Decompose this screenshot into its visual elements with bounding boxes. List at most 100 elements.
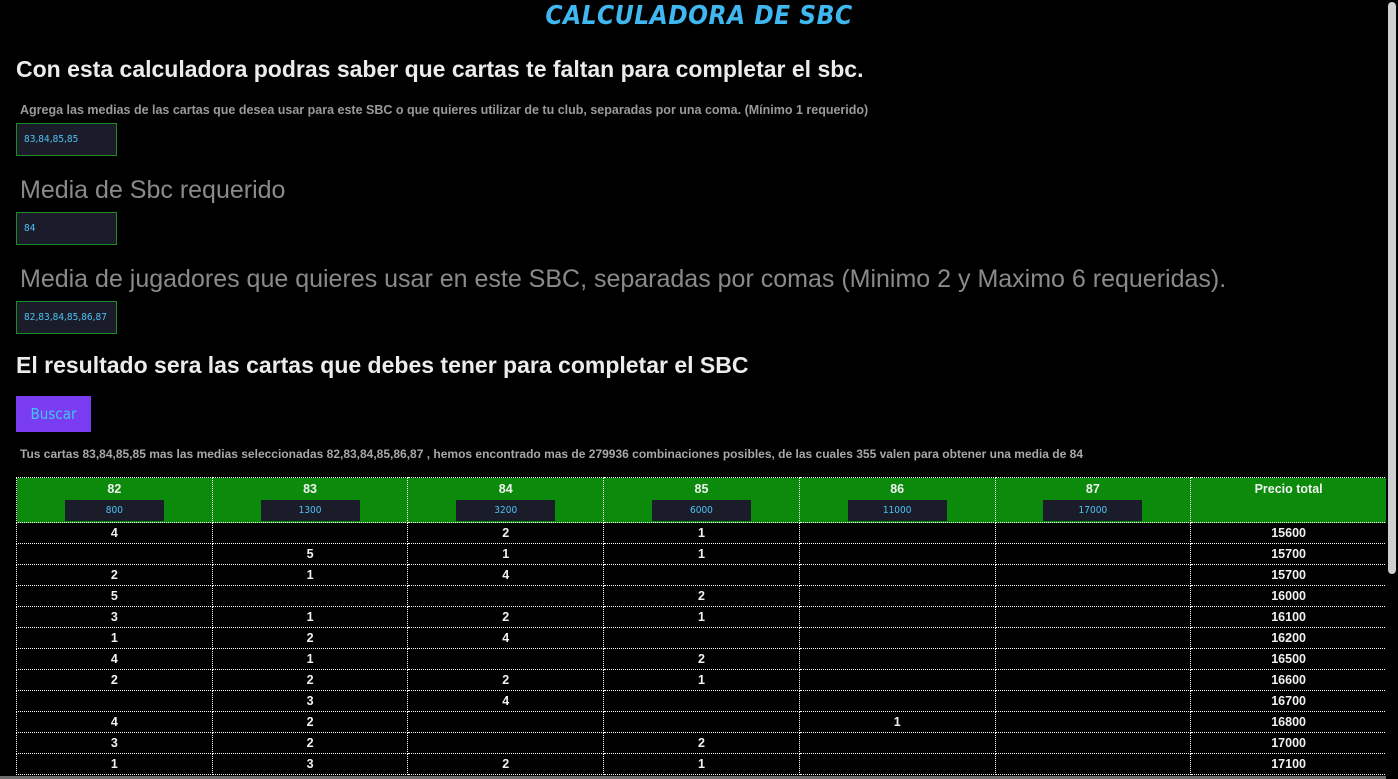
total-price-cell: 16200 [1190, 627, 1387, 649]
card-count-cell: 1 [16, 753, 213, 775]
players-averages-label: Media de jugadores que quieres usar en e… [20, 265, 1227, 293]
card-count-cell: 4 [16, 648, 213, 670]
card-count-cell [603, 564, 800, 586]
card-count-cell [407, 711, 605, 733]
page-title: CALCULADORA DE SBC [545, 1, 853, 31]
column-label: 84 [498, 482, 513, 496]
card-count-cell: 4 [407, 690, 605, 712]
card-count-cell: 1 [603, 753, 800, 775]
card-count-cell: 1 [798, 711, 996, 733]
card-count-cell: 2 [16, 669, 213, 691]
card-count-cell [603, 627, 800, 649]
card-count-cell: 3 [16, 606, 213, 628]
card-count-cell [407, 585, 605, 607]
price-input-82[interactable] [64, 500, 164, 521]
table-row: 1 2 4 16200 [16, 627, 1387, 649]
card-count-cell [211, 585, 409, 607]
card-count-cell: 3 [16, 732, 213, 754]
card-count-cell: 2 [603, 585, 800, 607]
card-count-cell [994, 753, 1192, 775]
card-count-cell [994, 606, 1192, 628]
results-summary: Tus cartas 83,84,85,85 mas las medias se… [20, 447, 1083, 461]
card-count-cell [994, 732, 1192, 754]
page: CALCULADORA DE SBC Con esta calculadora … [0, 0, 1398, 779]
card-count-cell [994, 648, 1192, 670]
cards-hint-label: Agrega las medias de las cartas que dese… [20, 103, 869, 117]
card-count-cell [603, 690, 800, 712]
column-label: 85 [694, 482, 709, 496]
result-heading: El resultado sera las cartas que debes t… [16, 352, 749, 378]
total-price-cell: 16500 [1190, 648, 1387, 670]
card-count-cell: 5 [211, 543, 409, 565]
column-header-85: 85 [603, 477, 800, 523]
total-price-cell: 16100 [1190, 606, 1387, 628]
total-price-cell: 17000 [1190, 732, 1387, 754]
card-count-cell: 2 [407, 522, 605, 544]
card-count-cell [994, 711, 1192, 733]
card-count-cell [798, 627, 996, 649]
card-count-cell [798, 669, 996, 691]
table-row: 5 2 16000 [16, 585, 1387, 607]
card-count-cell [211, 522, 409, 544]
card-count-cell: 1 [16, 627, 213, 649]
table-row: 4 2 1 15600 [16, 522, 1387, 544]
card-count-cell: 1 [211, 606, 409, 628]
required-average-label: Media de Sbc requerido [20, 176, 286, 204]
intro-heading: Con esta calculadora podras saber que ca… [16, 56, 864, 82]
card-count-cell: 4 [16, 522, 213, 544]
column-header-82: 82 [16, 477, 213, 523]
table-row: 4 2 1 16800 [16, 711, 1387, 733]
card-count-cell: 2 [211, 627, 409, 649]
card-count-cell [994, 690, 1192, 712]
card-count-cell [798, 732, 996, 754]
card-count-cell: 1 [603, 543, 800, 565]
card-count-cell: 4 [16, 711, 213, 733]
total-price-cell: 15700 [1190, 543, 1387, 565]
total-price-cell: 17100 [1190, 753, 1387, 775]
results-header-row: 82 83 84 85 86 [16, 477, 1387, 523]
card-count-cell [994, 585, 1192, 607]
table-row: 4 1 2 16500 [16, 648, 1387, 670]
price-input-86[interactable] [847, 500, 947, 521]
total-price-cell: 16700 [1190, 690, 1387, 712]
table-row: 3 2 2 17000 [16, 732, 1387, 754]
card-count-cell: 2 [603, 648, 800, 670]
card-count-cell [16, 543, 213, 565]
required-average-input[interactable] [16, 212, 117, 245]
scrollbar-thumb[interactable] [1388, 2, 1396, 574]
results-body: 4 2 1 15600 5 1 1 15700 2 1 4 15700 5 2 16000 3 1 2 1 16100… [16, 522, 1387, 775]
card-count-cell: 2 [211, 732, 409, 754]
card-count-cell [994, 627, 1192, 649]
column-header-86: 86 [798, 477, 996, 523]
card-count-cell: 1 [603, 606, 800, 628]
card-count-cell [407, 648, 605, 670]
card-count-cell: 4 [407, 627, 605, 649]
table-row: 5 1 1 15700 [16, 543, 1387, 565]
card-count-cell [994, 543, 1192, 565]
total-price-cell: 15700 [1190, 564, 1387, 586]
price-input-85[interactable] [651, 500, 751, 521]
table-row: 2 1 4 15700 [16, 564, 1387, 586]
card-count-cell [994, 564, 1192, 586]
column-label: 82 [107, 482, 122, 496]
card-count-cell: 1 [407, 543, 605, 565]
card-count-cell [798, 648, 996, 670]
card-count-cell [798, 606, 996, 628]
vertical-scrollbar[interactable] [1386, 0, 1398, 779]
search-button[interactable]: Buscar [16, 396, 91, 432]
total-price-label: Precio total [1254, 482, 1323, 496]
card-count-cell [994, 669, 1192, 691]
card-count-cell: 2 [16, 564, 213, 586]
card-count-cell [798, 585, 996, 607]
card-count-cell: 2 [211, 669, 409, 691]
card-count-cell: 2 [407, 753, 605, 775]
card-count-cell [994, 522, 1192, 544]
price-input-83[interactable] [260, 500, 360, 521]
column-header-83: 83 [211, 477, 409, 523]
card-count-cell [798, 753, 996, 775]
price-input-84[interactable] [456, 500, 556, 521]
cards-input[interactable] [16, 123, 117, 156]
column-header-87: 87 [994, 477, 1192, 523]
price-input-87[interactable] [1043, 500, 1143, 521]
players-averages-input[interactable] [16, 301, 117, 334]
